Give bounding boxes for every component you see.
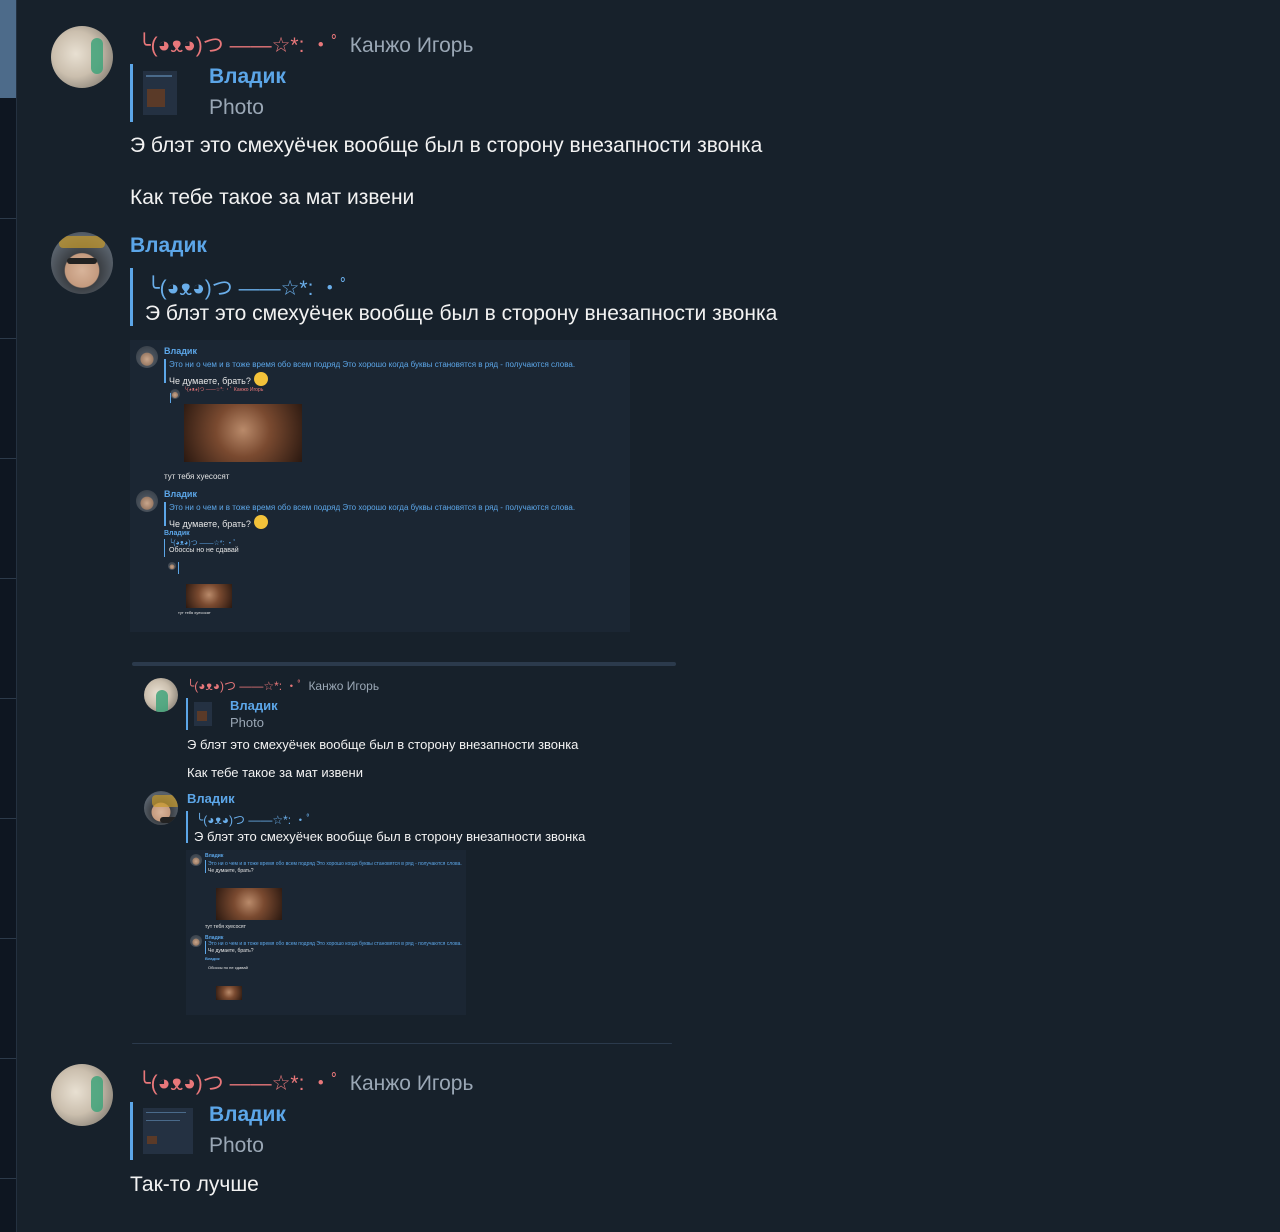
reply-author: Владик: [209, 65, 286, 88]
separator: [132, 1043, 672, 1044]
message-text: Как тебе такое за мат извени: [130, 186, 415, 209]
preview-sender: ╰(◕ᴥ◕)つ ——☆*: ・ﾟ Канжо Игорь: [187, 679, 380, 693]
reply-kaomoji: ╰(◕ᴥ◕)つ ——☆*: ・ﾟ: [147, 277, 351, 300]
divider: [0, 818, 16, 819]
divider: [0, 938, 16, 939]
avatar[interactable]: [51, 232, 113, 294]
reply-preview[interactable]: Владик Photo: [130, 1102, 393, 1160]
message-sender[interactable]: Владик: [130, 234, 207, 258]
chat-list-strip[interactable]: [0, 0, 17, 1232]
divider: [0, 698, 16, 699]
reply-preview[interactable]: ╰(◕ᴥ◕)つ ——☆*: ・ﾟ Э блэт это смехуёчек во…: [130, 268, 863, 326]
separator: [132, 662, 676, 666]
mini-quote: Это ни о чем и в тоже время обо всем под…: [169, 360, 576, 369]
sender-name: Канжо Игорь: [349, 1072, 474, 1095]
avatar: [144, 678, 178, 712]
divider: [0, 1058, 16, 1059]
message-sender[interactable]: ╰(◕ᴥ◕)つ ——☆*: ・ﾟ Канжо Игорь: [138, 1067, 473, 1097]
mini-inner-sender: ╰(◕ᴥ◕)つ ——☆*: ・ﾟ Канжо Игорь: [184, 387, 264, 393]
divider: [0, 578, 16, 579]
active-chat-indicator: [0, 0, 16, 98]
thinking-emoji-icon: [253, 372, 268, 386]
photo-screenshot[interactable]: Владик Это ни о чем и в тоже время обо в…: [130, 340, 630, 632]
reply-subtitle: Photo: [209, 1134, 264, 1157]
mini-avatar: [136, 346, 158, 368]
thinking-emoji-icon: [253, 515, 268, 529]
mini-photo: [184, 404, 302, 462]
reply-text: Э блэт это смехуёчек вообще был в сторон…: [145, 302, 778, 325]
reply-subtitle: Photo: [209, 96, 264, 119]
mini-sender: Владик: [164, 346, 197, 356]
divider: [0, 458, 16, 459]
avatar: [144, 791, 178, 825]
sender-name: Канжо Игорь: [349, 34, 474, 57]
reply-thumbnail: [143, 1108, 193, 1154]
message-text: Так-то лучше: [130, 1173, 259, 1196]
avatar[interactable]: [51, 1064, 113, 1126]
divider: [0, 1178, 16, 1179]
message-sender[interactable]: ╰(◕ᴥ◕)つ ——☆*: ・ﾟ Канжо Игорь: [138, 29, 473, 59]
avatar[interactable]: [51, 26, 113, 88]
divider: [0, 338, 16, 339]
reply-author: Владик: [209, 1103, 286, 1126]
sender-kaomoji: ╰(◕ᴥ◕)つ ——☆*: ・ﾟ: [138, 1072, 342, 1095]
reply-preview[interactable]: Владик Photo: [130, 64, 393, 122]
sender-kaomoji: ╰(◕ᴥ◕)つ ——☆*: ・ﾟ: [138, 34, 342, 57]
mini-question: Че думаете, брать?: [169, 372, 268, 386]
preview-reply: Владик Photo: [186, 698, 348, 730]
message-text: Э блэт это смехуёчек вообще был в сторон…: [130, 134, 763, 157]
reply-thumbnail: [143, 71, 177, 115]
divider: [0, 218, 16, 219]
preview-screenshot: Владик Это ни о чем и в тоже время обо в…: [186, 850, 466, 1015]
mini-caption: тут тебя хуесосят: [164, 472, 230, 481]
